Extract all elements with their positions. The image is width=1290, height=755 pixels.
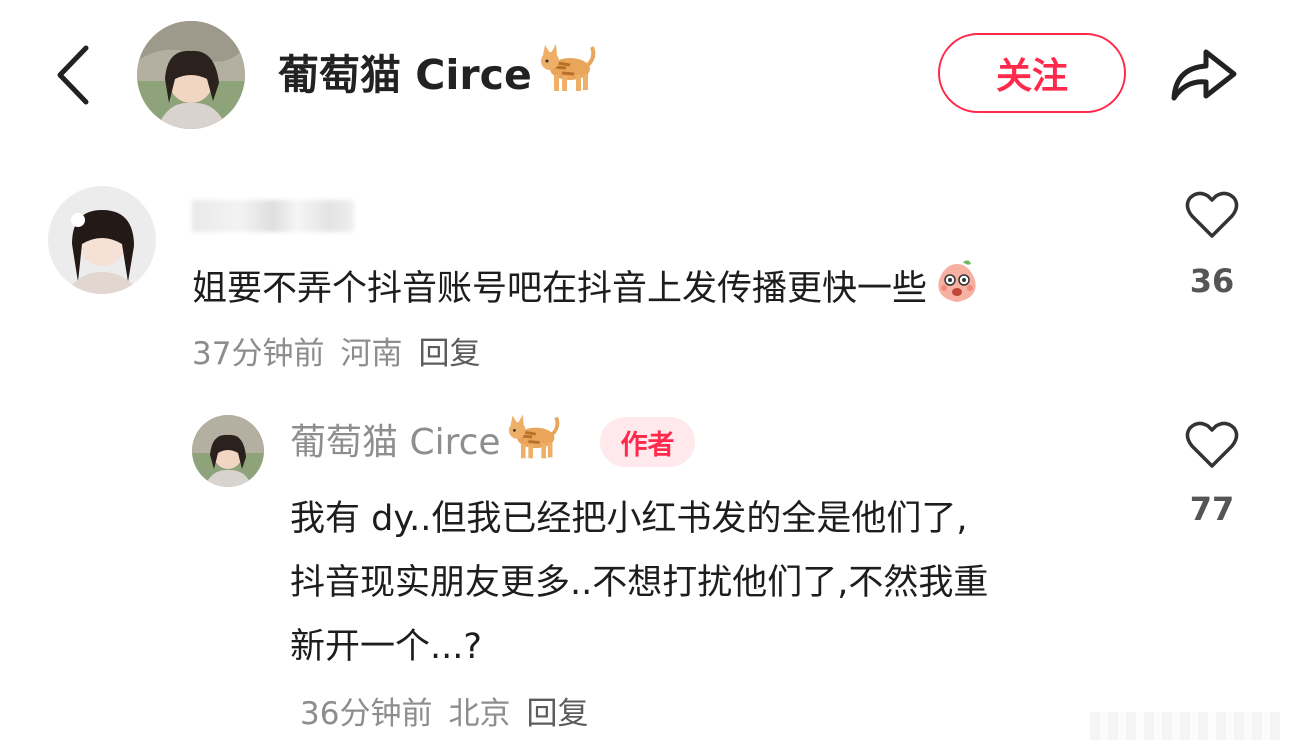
blurred-username (192, 200, 354, 232)
comment-time: 37分钟前 (192, 336, 325, 372)
reply-button[interactable]: 回复 (526, 696, 588, 732)
comment-meta: 37分钟前 河南 回复 (192, 328, 496, 373)
comment-location: 河南 (340, 336, 403, 372)
commenter-avatar-image (48, 186, 156, 294)
reply-text-line: 新开一个...? (290, 627, 482, 667)
author-name[interactable]: 葡萄猫 Circe (278, 44, 596, 105)
heart-icon (1185, 421, 1239, 468)
reply-text-line: 我有 dy..但我已经把小红书发的全是他们了, (290, 499, 968, 539)
cat-emoji-icon (538, 39, 596, 111)
reply-time: 36分钟前 (300, 696, 433, 732)
author-name-text: 葡萄猫 Circe (278, 51, 532, 99)
reply-location: 北京 (448, 696, 511, 732)
author-badge: 作者 (600, 417, 695, 467)
share-button[interactable] (1166, 40, 1241, 106)
reply-text-line: 抖音现实朋友更多..不想打扰他们了,不然我重 (290, 563, 989, 603)
like-button[interactable] (1182, 420, 1242, 474)
cat-emoji-icon (505, 410, 561, 476)
back-button[interactable] (48, 40, 98, 110)
watermark (1090, 712, 1280, 740)
heart-icon (1185, 191, 1239, 238)
reply-meta: 36分钟前 北京 回复 (300, 688, 604, 733)
chevron-left-icon (57, 45, 89, 105)
follow-button-label: 关注 (995, 56, 1068, 97)
reply-author-avatar-image (192, 415, 264, 487)
comment-text: 姐要不弄个抖音账号吧在抖音上发传播更快一些 (192, 258, 981, 319)
comment-text-content: 姐要不弄个抖音账号吧在抖音上发传播更快一些 (192, 268, 928, 309)
author-avatar-image (137, 21, 245, 129)
like-button[interactable] (1182, 190, 1242, 244)
peach-emoji-icon (933, 258, 981, 319)
reply-author-name[interactable]: 葡萄猫 Circe (290, 414, 561, 468)
share-arrow-icon (1171, 49, 1237, 101)
reply-button[interactable]: 回复 (418, 336, 480, 372)
like-count: 36 (1189, 262, 1235, 300)
like-count: 77 (1189, 490, 1235, 528)
reply-author-name-text: 葡萄猫 Circe (290, 422, 501, 463)
commenter-avatar[interactable] (48, 186, 156, 294)
author-avatar[interactable] (137, 21, 245, 129)
follow-button[interactable]: 关注 (938, 33, 1126, 113)
reply-author-avatar[interactable] (192, 415, 264, 487)
reply-text: 我有 dy..但我已经把小红书发的全是他们了, 抖音现实朋友更多..不想打扰他们… (290, 487, 1150, 679)
